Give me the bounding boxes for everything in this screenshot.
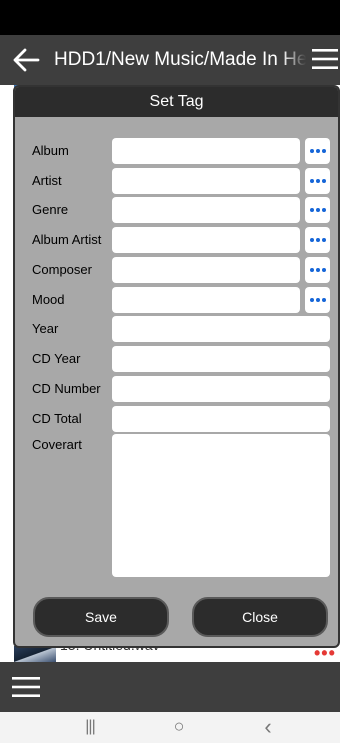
cd-number-label: CD Number [32, 381, 101, 396]
genre-label: Genre [32, 202, 69, 217]
composer-label: Composer [32, 262, 92, 277]
album-artist-picker-button[interactable] [305, 227, 330, 253]
close-button[interactable]: Close [192, 597, 328, 637]
composer-input[interactable] [112, 257, 300, 283]
folder-path-title: HDD1/New Music/Made In Heaven [54, 48, 306, 72]
artist-picker-button[interactable] [305, 168, 330, 194]
system-navigation-bar: ||| ○ ‹ [0, 712, 340, 743]
cd-year-input[interactable] [112, 346, 330, 372]
coverart-label: Coverart [32, 437, 82, 452]
save-button[interactable]: Save [33, 597, 169, 637]
album-artist-input[interactable] [112, 227, 300, 253]
coverart-area[interactable] [112, 434, 330, 577]
mood-picker-button[interactable] [305, 287, 330, 313]
recents-button[interactable]: ||| [78, 718, 102, 738]
cd-year-label: CD Year [32, 351, 81, 366]
more-options-icon[interactable]: ••• [314, 644, 336, 662]
year-input[interactable] [112, 316, 330, 342]
album-artist-label: Album Artist [32, 232, 102, 247]
cd-total-input[interactable] [112, 406, 330, 432]
cd-total-label: CD Total [32, 411, 82, 426]
back-button[interactable]: ‹ [256, 714, 280, 739]
artist-label: Artist [32, 173, 62, 188]
cd-number-input[interactable] [112, 376, 330, 402]
status-bar [0, 0, 340, 35]
album-input[interactable] [112, 138, 300, 164]
hamburger-menu-icon[interactable] [312, 48, 338, 70]
hamburger-menu-icon[interactable] [12, 676, 40, 698]
genre-picker-button[interactable] [305, 197, 330, 223]
album-label: Album [32, 143, 69, 158]
arrow-left-icon[interactable] [12, 48, 40, 72]
composer-picker-button[interactable] [305, 257, 330, 283]
dialog-title: Set Tag [15, 87, 338, 117]
album-picker-button[interactable] [305, 138, 330, 164]
mood-input[interactable] [112, 287, 300, 313]
set-tag-dialog: Set Tag Album Artist Genre Album Artist … [13, 85, 340, 648]
genre-input[interactable] [112, 197, 300, 223]
home-button[interactable]: ○ [167, 716, 191, 736]
app-header: HDD1/New Music/Made In Heaven [0, 35, 340, 85]
mood-label: Mood [32, 292, 65, 307]
year-label: Year [32, 321, 59, 336]
bottom-toolbar [0, 662, 340, 712]
album-art-thumbnail [14, 646, 56, 662]
artist-input[interactable] [112, 168, 300, 194]
